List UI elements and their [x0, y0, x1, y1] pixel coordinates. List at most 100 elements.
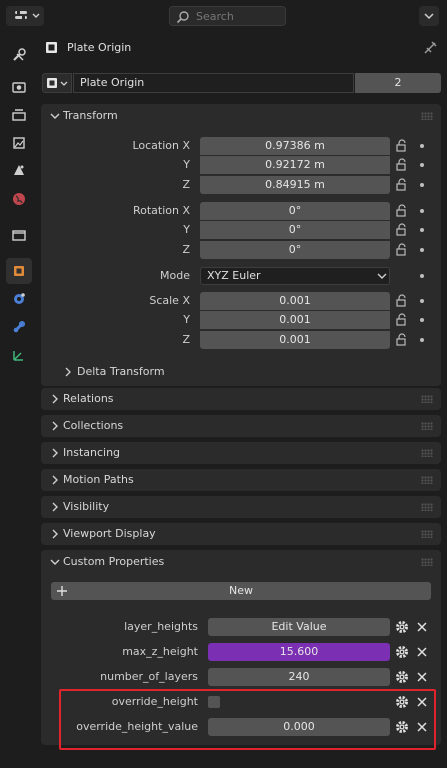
options-dropdown-button[interactable] — [419, 6, 439, 26]
drag-handle-icon[interactable] — [421, 503, 433, 511]
lock-icon[interactable] — [395, 243, 409, 257]
keyframe-dot-icon[interactable] — [420, 209, 424, 213]
transform-panel-header[interactable]: Transform — [41, 104, 441, 128]
gear-icon[interactable] — [394, 669, 410, 685]
chevron-right-icon — [52, 529, 58, 539]
viewport-display-panel[interactable]: Viewport Display — [41, 523, 441, 545]
tool-icon — [13, 48, 26, 61]
panel-title: Collections — [63, 419, 124, 432]
lock-icon[interactable] — [395, 223, 409, 237]
lock-icon[interactable] — [395, 333, 409, 347]
rotation-x-label: Rotation X — [132, 204, 190, 217]
keyframe-dot-icon[interactable] — [420, 299, 424, 303]
keyframe-dot-icon[interactable] — [420, 338, 424, 342]
rotation-z-field[interactable]: 0° — [200, 241, 390, 259]
motion-paths-panel[interactable]: Motion Paths — [41, 469, 441, 491]
number-of-layers-field[interactable]: 240 — [208, 668, 390, 686]
keyframe-dot-icon[interactable] — [420, 274, 424, 278]
layer-heights-edit-button[interactable]: Edit Value — [208, 618, 390, 636]
properties-tab-strip — [0, 32, 37, 768]
keyframe-dot-icon[interactable] — [420, 144, 424, 148]
lock-icon[interactable] — [395, 158, 409, 172]
keyframe-dot-icon[interactable] — [420, 183, 424, 187]
gear-icon[interactable] — [394, 619, 410, 635]
chevron-down-icon — [50, 113, 60, 119]
rotation-mode-value: XYZ Euler — [207, 269, 261, 282]
custom-properties-header[interactable]: Custom Properties — [41, 550, 441, 574]
tab-constraints[interactable] — [6, 314, 32, 340]
scale-x-field[interactable]: 0.001 — [200, 292, 390, 310]
pin-icon[interactable] — [424, 40, 438, 54]
visibility-panel[interactable]: Visibility — [41, 496, 441, 518]
keyframe-dot-icon[interactable] — [420, 318, 424, 322]
chevron-right-icon — [52, 475, 58, 485]
drag-handle-icon[interactable] — [421, 112, 433, 120]
tab-modifiers[interactable] — [6, 286, 32, 312]
search-input[interactable]: Search — [169, 6, 286, 26]
tab-output[interactable] — [6, 102, 32, 128]
chevron-right-icon — [52, 448, 58, 458]
panel-title: Relations — [63, 392, 114, 405]
drag-handle-icon[interactable] — [421, 476, 433, 484]
delta-transform-subpanel[interactable]: Delta Transform — [60, 363, 260, 381]
user-count-button[interactable]: 2 — [355, 73, 441, 93]
location-x-field[interactable]: 0.97386 m — [200, 137, 390, 155]
lock-icon[interactable] — [395, 139, 409, 153]
keyframe-dot-icon[interactable] — [420, 228, 424, 232]
new-property-button[interactable]: New — [51, 582, 431, 600]
panel-title: Motion Paths — [63, 473, 134, 486]
object-browse-icon — [47, 78, 68, 88]
chevron-right-icon — [52, 421, 58, 431]
world-icon — [13, 193, 25, 205]
object-name-field[interactable]: Plate Origin — [73, 73, 354, 93]
collections-panel[interactable]: Collections — [41, 415, 441, 437]
delta-transform-label: Delta Transform — [77, 365, 165, 378]
gear-icon[interactable] — [394, 644, 410, 660]
chevron-right-icon — [52, 394, 58, 404]
tab-object-data[interactable] — [6, 342, 32, 368]
drag-handle-icon[interactable] — [421, 558, 433, 566]
chevron-down-icon — [424, 13, 434, 20]
scale-y-field[interactable]: 0.001 — [200, 311, 390, 329]
tab-render[interactable] — [6, 74, 32, 100]
object-icon — [14, 266, 24, 276]
scale-z-field[interactable]: 0.001 — [200, 331, 390, 349]
drag-handle-icon[interactable] — [421, 395, 433, 403]
close-icon[interactable] — [416, 671, 428, 683]
tab-tool[interactable] — [6, 42, 32, 68]
lock-icon[interactable] — [395, 178, 409, 192]
rotation-mode-select[interactable]: XYZ Euler — [200, 267, 390, 285]
location-z-field[interactable]: 0.84915 m — [200, 176, 390, 194]
lock-icon[interactable] — [395, 313, 409, 327]
chevron-right-icon — [52, 502, 58, 512]
close-icon[interactable] — [416, 646, 428, 658]
location-y-field[interactable]: 0.92172 m — [200, 156, 390, 174]
rotation-x-field[interactable]: 0° — [200, 202, 390, 220]
tab-collection[interactable] — [6, 222, 32, 248]
close-icon[interactable] — [416, 621, 428, 633]
instancing-panel[interactable]: Instancing — [41, 442, 441, 464]
custom-prop-name: number_of_layers — [100, 670, 198, 683]
rotation-mode-label: Mode — [160, 269, 190, 282]
drag-handle-icon[interactable] — [421, 449, 433, 457]
relations-panel[interactable]: Relations — [41, 388, 441, 410]
tab-object[interactable] — [6, 258, 32, 284]
object-icon — [46, 42, 57, 53]
rotation-y-field[interactable]: 0° — [200, 221, 390, 239]
lock-icon[interactable] — [395, 294, 409, 308]
editor-type-button[interactable] — [6, 6, 44, 26]
max-z-height-field[interactable]: 15.600 — [208, 643, 390, 661]
chevron-right-icon — [65, 367, 71, 377]
modifiers-icon — [14, 293, 25, 304]
object-browse-button[interactable] — [42, 73, 72, 93]
tab-world[interactable] — [6, 186, 32, 212]
tab-view-layer[interactable] — [6, 130, 32, 156]
keyframe-dot-icon[interactable] — [420, 163, 424, 167]
lock-icon[interactable] — [395, 204, 409, 218]
drag-handle-icon[interactable] — [421, 530, 433, 538]
keyframe-dot-icon[interactable] — [420, 248, 424, 252]
drag-handle-icon[interactable] — [421, 422, 433, 430]
object-datablock-selector: Plate Origin 2 — [42, 73, 441, 95]
tab-scene[interactable] — [6, 158, 32, 184]
custom-prop-name: layer_heights — [124, 620, 198, 633]
